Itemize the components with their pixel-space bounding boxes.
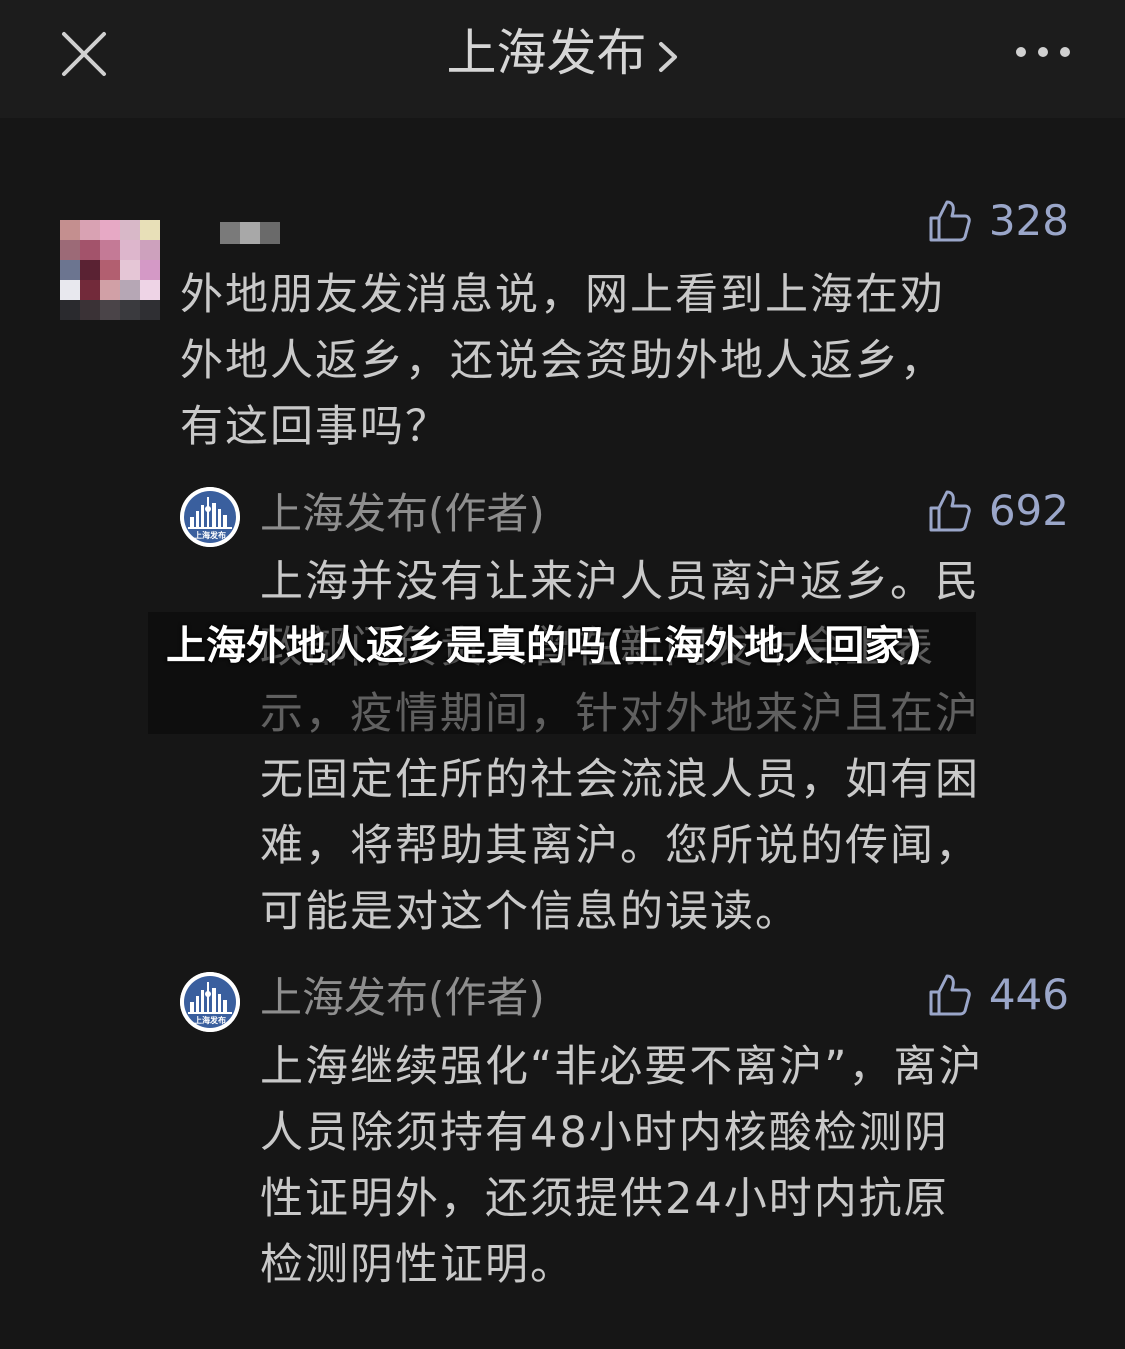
like-count: 692 (988, 486, 1069, 535)
like-button[interactable]: 692 (927, 486, 1069, 535)
author-avatar[interactable]: 上海发布 (180, 487, 240, 547)
like-count: 446 (988, 970, 1069, 1019)
user-avatar[interactable] (60, 220, 160, 320)
reply-text: 上海并没有让来沪人员离沪返乡。民 政部门负责人曾在新闻发布会上表 示，疫情期间，… (260, 557, 980, 937)
author-name[interactable]: 上海发布(作者) (260, 484, 545, 544)
like-button[interactable]: 328 (927, 196, 1069, 245)
shanghai-skyline-icon: 上海发布 (180, 487, 240, 547)
comment-text: 外地朋友发消息说，网上看到上海在劝 外地人返乡，还说会资助外地人返乡， 有这回事… (180, 270, 945, 452)
chevron-right-icon (658, 41, 677, 72)
avatar-label: 上海发布 (194, 530, 226, 540)
avatar-label: 上海发布 (194, 1015, 226, 1025)
account-title-link[interactable]: 上海发布 (0, 18, 1125, 88)
author-name[interactable]: 上海发布(作者) (260, 968, 545, 1028)
reply-text: 上海继续强化“非必要不离沪”，离沪 人员除须持有48小时内核酸检测阴 性证明外，… (260, 1042, 984, 1290)
more-button[interactable] (1013, 38, 1073, 66)
like-button[interactable]: 446 (927, 970, 1069, 1019)
author-avatar[interactable]: 上海发布 (180, 972, 240, 1032)
thumbs-up-icon (929, 200, 971, 241)
page-title: 上海发布 (446, 24, 647, 82)
thumbs-up-icon (929, 974, 971, 1015)
top-bar: 上海发布 (0, 0, 1125, 118)
like-count: 328 (988, 196, 1069, 245)
username-blurred (220, 222, 280, 244)
thumbs-up-icon (929, 490, 971, 531)
caption-text: 上海外地人返乡是真的吗(上海外地人回家) (166, 623, 923, 669)
more-icon (1016, 47, 1070, 57)
shanghai-skyline-icon: 上海发布 (180, 972, 240, 1032)
